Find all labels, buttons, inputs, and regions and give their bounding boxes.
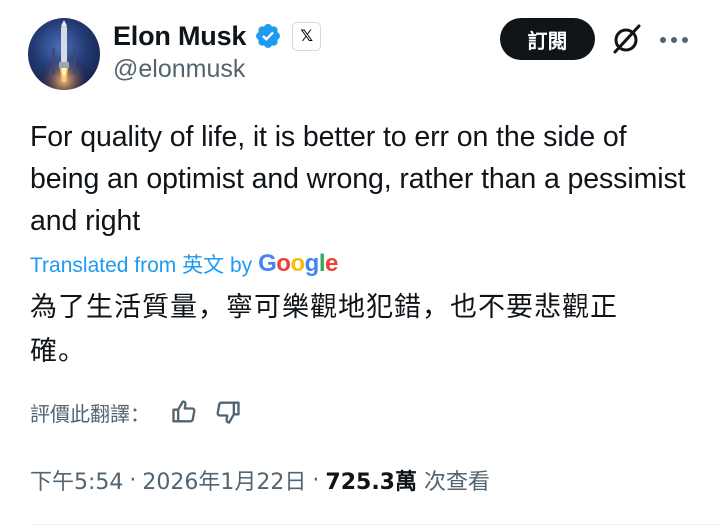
rate-translation-row: 評價此翻譯： xyxy=(30,394,258,430)
rate-translation-label: 評價此翻譯： xyxy=(30,401,150,426)
meta-separator: · xyxy=(129,467,137,493)
rocket-launch-avatar xyxy=(38,20,90,90)
translated-from-label: Translated from 英文 by xyxy=(30,254,253,277)
views-label xyxy=(417,468,424,493)
thumbs-up-icon[interactable] xyxy=(170,398,198,426)
meta-separator: · xyxy=(312,467,320,493)
tweet-meta-row: 下午5:54 · 2026年1月22日 · 725.3萬 次查看 xyxy=(30,460,490,500)
x-affiliate-badge[interactable]: 𝕏 xyxy=(292,21,322,51)
x-logo-icon: 𝕏 xyxy=(300,26,314,45)
author-name-row: Elon Musk 𝕏 xyxy=(113,18,322,54)
author-handle[interactable]: @elonmusk xyxy=(113,55,245,84)
tweet-text: For quality of life, it is better to err… xyxy=(30,121,686,237)
thumbs-down-icon[interactable] xyxy=(214,398,242,426)
verified-badge-icon[interactable] xyxy=(254,22,282,50)
google-logo: Google xyxy=(258,250,338,277)
translation-attribution[interactable]: Translated from 英文 by Google xyxy=(30,247,338,281)
grok-icon[interactable] xyxy=(610,22,644,56)
views-label-text[interactable]: 次查看 xyxy=(424,464,490,496)
subscribe-button[interactable]: 訂閱 xyxy=(500,18,595,60)
views-count[interactable]: 725.3萬 xyxy=(325,464,417,496)
divider xyxy=(30,524,720,525)
avatar[interactable] xyxy=(28,18,100,90)
more-dots-icon[interactable] xyxy=(658,35,690,45)
tweet-date[interactable]: 2026年1月22日 xyxy=(142,464,306,496)
author-name[interactable]: Elon Musk xyxy=(113,21,246,52)
tweet-time[interactable]: 下午5:54 xyxy=(30,464,123,496)
translated-text: 為了生活質量，寧可樂觀地犯錯，也不要悲觀正確。 xyxy=(30,292,618,367)
